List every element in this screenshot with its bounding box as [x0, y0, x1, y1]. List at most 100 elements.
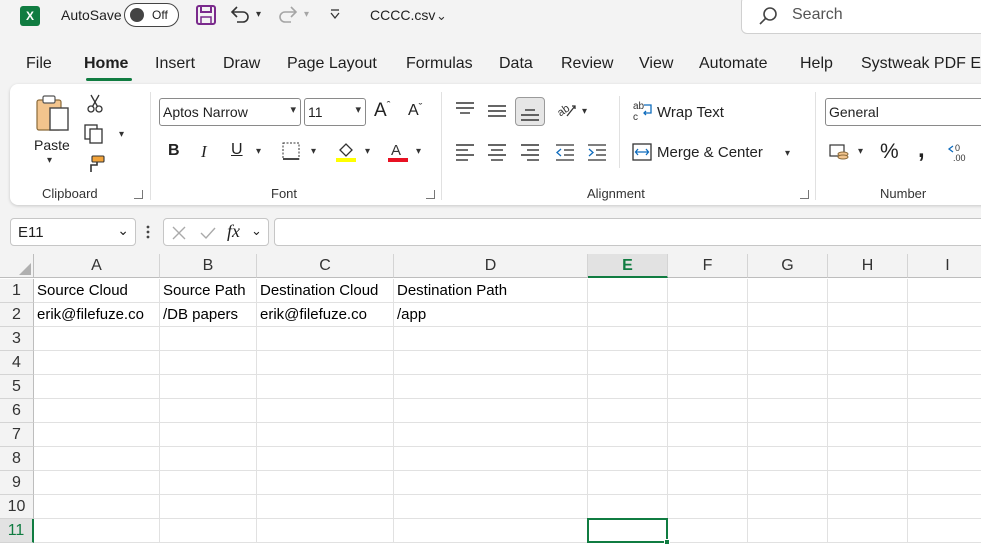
borders-dropdown-chevron-icon[interactable]: ▾: [311, 146, 316, 157]
cell-d1[interactable]: Destination Path: [394, 279, 588, 303]
bold-icon[interactable]: B: [168, 142, 180, 160]
redo-dropdown-chevron-icon[interactable]: ▾: [304, 9, 309, 20]
underline-icon[interactable]: U: [231, 141, 243, 159]
column-header-i[interactable]: I: [908, 254, 981, 278]
font-color-icon[interactable]: A: [387, 140, 409, 162]
column-header-d[interactable]: D: [394, 254, 588, 278]
align-left-icon[interactable]: [455, 143, 475, 161]
save-icon[interactable]: [195, 4, 217, 26]
align-right-icon[interactable]: [520, 143, 540, 161]
alignment-dialog-launcher-icon[interactable]: [800, 190, 809, 199]
column-header-a[interactable]: A: [34, 254, 160, 278]
cell-i5[interactable]: [908, 375, 981, 399]
accounting-format-icon[interactable]: [829, 142, 851, 162]
paste-icon[interactable]: [33, 94, 73, 134]
fill-color-dropdown-chevron-icon[interactable]: ▾: [365, 146, 370, 157]
cell-b3[interactable]: [160, 327, 257, 351]
merge-center-label[interactable]: Merge & Center: [657, 144, 763, 161]
cell-c9[interactable]: [257, 471, 394, 495]
cell-b6[interactable]: [160, 399, 257, 423]
cell-h2[interactable]: [828, 303, 908, 327]
comma-style-icon[interactable]: ,: [918, 136, 925, 164]
cell-e9[interactable]: [588, 471, 668, 495]
cell-i6[interactable]: [908, 399, 981, 423]
cell-g10[interactable]: [748, 495, 828, 519]
paste-label[interactable]: Paste: [34, 137, 70, 153]
wrap-text-label[interactable]: Wrap Text: [657, 104, 724, 121]
cell-h5[interactable]: [828, 375, 908, 399]
cell-b10[interactable]: [160, 495, 257, 519]
row-header-10[interactable]: 10: [0, 495, 34, 519]
cell-i9[interactable]: [908, 471, 981, 495]
cell-h4[interactable]: [828, 351, 908, 375]
cancel-icon[interactable]: [171, 225, 187, 241]
search-box[interactable]: Search: [741, 0, 981, 34]
align-middle-icon[interactable]: [487, 103, 507, 119]
cell-e3[interactable]: [588, 327, 668, 351]
clipboard-dialog-launcher-icon[interactable]: [134, 190, 143, 199]
cell-d7[interactable]: [394, 423, 588, 447]
borders-icon[interactable]: [282, 142, 300, 160]
cell-d9[interactable]: [394, 471, 588, 495]
font-dialog-launcher-icon[interactable]: [426, 190, 435, 199]
cell-b4[interactable]: [160, 351, 257, 375]
cell-f6[interactable]: [668, 399, 748, 423]
row-header-5[interactable]: 5: [0, 375, 34, 399]
menu-insert[interactable]: Insert: [155, 55, 195, 73]
increase-font-size-icon[interactable]: Aˆ: [374, 100, 390, 122]
cell-d3[interactable]: [394, 327, 588, 351]
underline-dropdown-chevron-icon[interactable]: ▾: [256, 146, 261, 157]
font-color-dropdown-chevron-icon[interactable]: ▾: [416, 146, 421, 157]
cell-a10[interactable]: [34, 495, 160, 519]
filename-chevron-down-icon[interactable]: ⌄: [436, 8, 447, 24]
cell-c4[interactable]: [257, 351, 394, 375]
undo-icon[interactable]: [229, 4, 251, 24]
cell-c3[interactable]: [257, 327, 394, 351]
cell-f3[interactable]: [668, 327, 748, 351]
cell-a7[interactable]: [34, 423, 160, 447]
cell-h6[interactable]: [828, 399, 908, 423]
cut-icon[interactable]: [86, 93, 104, 113]
insert-function-icon[interactable]: fx: [227, 221, 240, 242]
column-header-c[interactable]: C: [257, 254, 394, 278]
font-size-select[interactable]: 11 ▾: [304, 98, 366, 126]
column-header-e[interactable]: E: [588, 254, 668, 278]
menu-review[interactable]: Review: [561, 55, 613, 73]
increase-indent-icon[interactable]: [587, 143, 607, 161]
cell-d5[interactable]: [394, 375, 588, 399]
align-center-icon[interactable]: [487, 143, 507, 161]
cell-e7[interactable]: [588, 423, 668, 447]
copy-icon[interactable]: [84, 124, 106, 144]
cell-f2[interactable]: [668, 303, 748, 327]
cell-g7[interactable]: [748, 423, 828, 447]
cell-d11[interactable]: [394, 519, 588, 543]
redo-icon[interactable]: [277, 4, 299, 24]
cell-g6[interactable]: [748, 399, 828, 423]
cell-i2[interactable]: [908, 303, 981, 327]
file-name[interactable]: CCCC.csv: [370, 7, 435, 23]
cell-c1[interactable]: Destination Cloud: [257, 279, 394, 303]
copy-dropdown-chevron-icon[interactable]: ▾: [119, 129, 124, 140]
cell-f11[interactable]: [668, 519, 748, 543]
cell-d10[interactable]: [394, 495, 588, 519]
enter-icon[interactable]: [199, 225, 217, 241]
increase-decimal-icon[interactable]: 0.00: [947, 141, 975, 163]
cell-g5[interactable]: [748, 375, 828, 399]
accounting-dropdown-chevron-icon[interactable]: ▾: [858, 146, 863, 157]
cell-b7[interactable]: [160, 423, 257, 447]
cell-g9[interactable]: [748, 471, 828, 495]
cell-c11[interactable]: [257, 519, 394, 543]
menu-help[interactable]: Help: [800, 55, 833, 73]
cell-f8[interactable]: [668, 447, 748, 471]
cell-h8[interactable]: [828, 447, 908, 471]
cell-b9[interactable]: [160, 471, 257, 495]
cell-g3[interactable]: [748, 327, 828, 351]
cell-g11[interactable]: [748, 519, 828, 543]
autosave-toggle[interactable]: Off: [124, 3, 179, 27]
cell-d6[interactable]: [394, 399, 588, 423]
cell-f7[interactable]: [668, 423, 748, 447]
cell-h11[interactable]: [828, 519, 908, 543]
menu-home[interactable]: Home: [84, 55, 128, 73]
cell-a11[interactable]: [34, 519, 160, 543]
customize-toolbar-icon[interactable]: [329, 8, 341, 20]
